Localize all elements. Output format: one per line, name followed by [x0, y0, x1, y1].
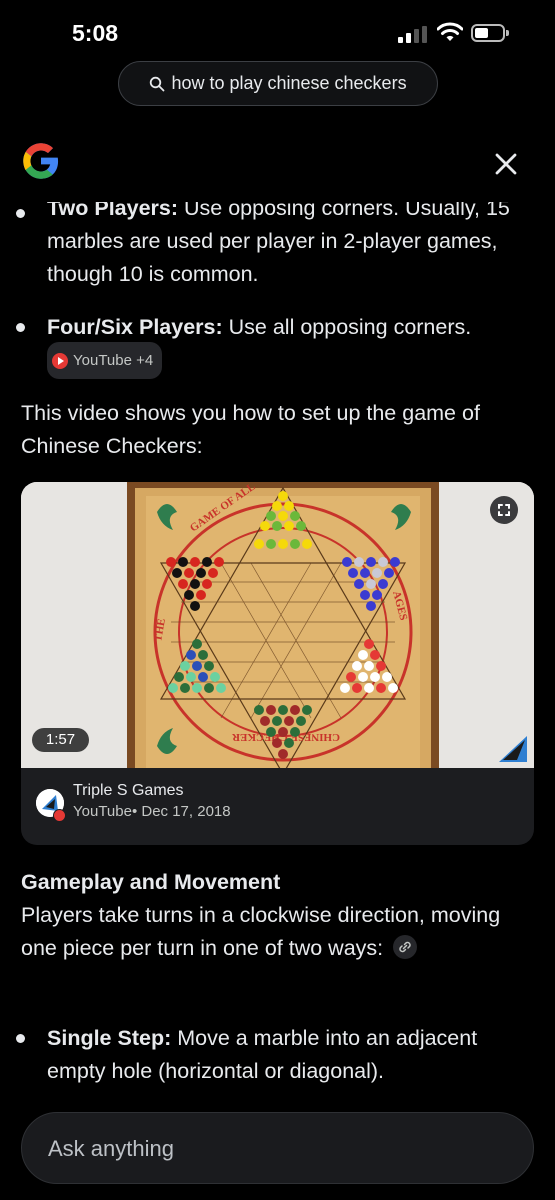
search-icon: [150, 76, 165, 91]
source-chip-label: YouTube +4: [73, 352, 154, 369]
channel-name[interactable]: Triple S Games: [73, 782, 184, 800]
section-text: Players take turns in a clockwise direct…: [21, 903, 501, 960]
video-duration-badge: 1:57: [32, 728, 89, 752]
list-item-title: Four/Six Players:: [47, 315, 223, 339]
bullet-dot: [16, 209, 25, 218]
video-thumbnail[interactable]: GAME OF ALL THE AGES CHINESE CHECKER 1:5…: [21, 482, 534, 776]
list-item-text: Single Step: Move a marble into an adjac…: [47, 1022, 527, 1088]
list-item-text: Two Players: Use opposing corners. Usual…: [47, 192, 527, 291]
wifi-icon: [437, 22, 463, 41]
ask-input-placeholder: Ask anything: [48, 1136, 174, 1161]
list-item-title: Single Step:: [47, 1026, 172, 1050]
chinese-checkers-board-image: GAME OF ALL THE AGES CHINESE CHECKER: [21, 482, 534, 776]
bullet-dot: [16, 323, 25, 332]
section-text-wrapper: Players take turns in a clockwise direct…: [21, 899, 536, 965]
google-logo-icon: [23, 143, 59, 179]
source-chip[interactable]: YouTube +4: [47, 342, 163, 379]
status-time: 5:08: [72, 20, 119, 46]
cellular-signal-icon: [398, 26, 430, 43]
list-item-text: Four/Six Players: Use all opposing corne…: [47, 311, 527, 381]
battery-icon: [471, 24, 509, 42]
list-item-body: Use all opposing corners.: [222, 315, 472, 339]
ai-overview-content[interactable]: Two Players: Use opposing corners. Usual…: [0, 190, 555, 1110]
youtube-badge-icon: [53, 809, 66, 822]
search-query-text: how to play chinese checkers: [171, 73, 407, 93]
link-icon[interactable]: [393, 935, 418, 960]
ai-overview-header: [0, 122, 555, 202]
section-heading: Gameplay and Movement: [21, 870, 281, 894]
youtube-icon: [52, 352, 68, 369]
close-icon[interactable]: [488, 146, 524, 182]
video-meta: YouTube• Dec 17, 2018: [73, 803, 231, 820]
ask-anything-input[interactable]: Ask anything: [21, 1112, 534, 1184]
intro-text: This video shows you how to set up the g…: [21, 401, 480, 458]
video-card[interactable]: GAME OF ALL THE AGES CHINESE CHECKER 1:5…: [21, 482, 534, 845]
status-bar: 5:08: [0, 0, 555, 60]
bullet-dot: [16, 1034, 25, 1043]
expand-icon[interactable]: [490, 496, 518, 524]
search-query-pill[interactable]: how to play chinese checkers: [118, 61, 438, 106]
